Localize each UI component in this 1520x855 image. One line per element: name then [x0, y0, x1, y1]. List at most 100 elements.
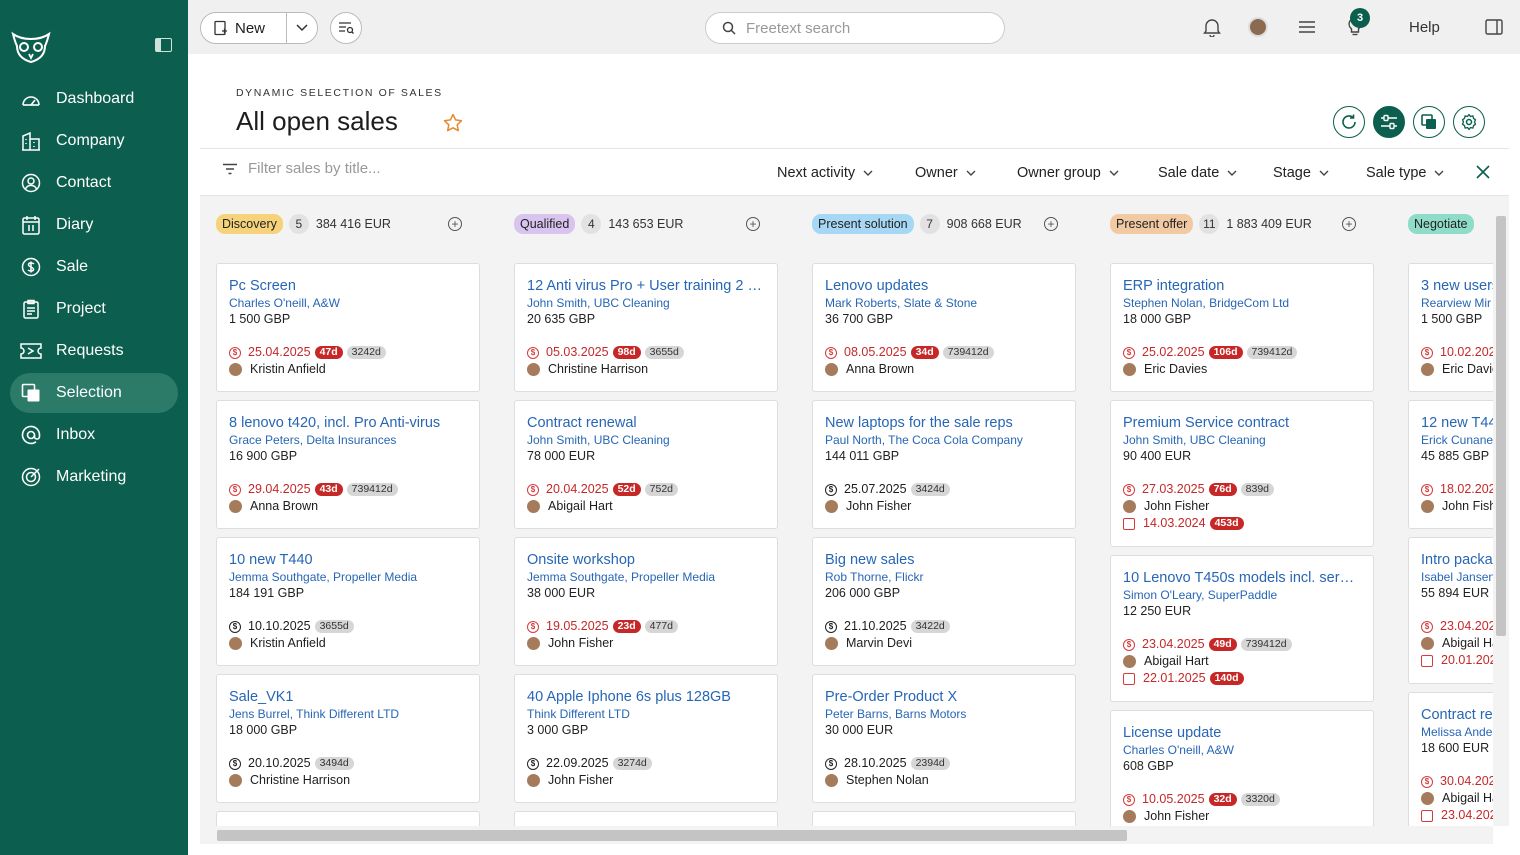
- sale-title[interactable]: Sale_VK1: [229, 688, 467, 706]
- sale-contact[interactable]: Isabel Jansen: [1421, 569, 1493, 585]
- filter-input[interactable]: [248, 160, 448, 177]
- sale-card[interactable]: Pre-Order Product X Peter Barns, Barns M…: [812, 674, 1076, 803]
- sale-title[interactable]: Contract renewal: [527, 414, 765, 432]
- sale-title[interactable]: Intro packa: [1421, 551, 1493, 569]
- sidebar-item-company[interactable]: Company: [10, 121, 178, 161]
- sale-card-partial[interactable]: [812, 811, 1076, 826]
- filter-dropdown-sale-type[interactable]: Sale type: [1366, 165, 1444, 181]
- add-sale-icon[interactable]: +: [448, 217, 462, 231]
- sale-contact[interactable]: Grace Peters, Delta Insurances: [229, 432, 467, 448]
- sale-contact[interactable]: Jemma Southgate, Propeller Media: [527, 569, 765, 585]
- add-sale-icon[interactable]: +: [1342, 217, 1356, 231]
- filter-dropdown-sale-date[interactable]: Sale date: [1158, 165, 1237, 181]
- sale-contact[interactable]: Simon O'Leary, SuperPaddle: [1123, 587, 1361, 603]
- search-input[interactable]: [746, 19, 986, 37]
- sale-title[interactable]: 3 new users: [1421, 277, 1493, 295]
- sidebar-item-marketing[interactable]: Marketing: [10, 457, 178, 497]
- sale-title[interactable]: Onsite workshop: [527, 551, 765, 569]
- sale-title[interactable]: Lenovo updates: [825, 277, 1063, 295]
- sale-card[interactable]: Lenovo updates Mark Roberts, Slate & Sto…: [812, 263, 1076, 392]
- sale-card[interactable]: 40 Apple Iphone 6s plus 128GB Think Diff…: [514, 674, 778, 803]
- stage-badge[interactable]: Qualified: [514, 214, 576, 234]
- sale-card[interactable]: Pc Screen Charles O'neill, A&W 1 500 GBP…: [216, 263, 480, 392]
- sale-title[interactable]: 40 Apple Iphone 6s plus 128GB: [527, 688, 765, 706]
- title-filter[interactable]: [222, 160, 448, 177]
- sidebar-item-requests[interactable]: Requests: [10, 331, 178, 371]
- sale-card[interactable]: 10 Lenovo T450s models incl. servic... S…: [1110, 555, 1374, 702]
- horizontal-scroll-thumb[interactable]: [217, 830, 1127, 841]
- notifications-bell-icon[interactable]: [1200, 15, 1224, 39]
- sidebar-item-diary[interactable]: Diary: [10, 205, 178, 245]
- sidebar-item-sale[interactable]: Sale: [10, 247, 178, 287]
- sale-card[interactable]: Contract re Melissa Ande 18 600 EUR $ 30…: [1408, 692, 1493, 826]
- new-dropdown-chevron-icon[interactable]: [287, 24, 317, 32]
- vertical-scrollbar[interactable]: [1493, 196, 1509, 826]
- sale-title[interactable]: Premium Service contract: [1123, 414, 1361, 432]
- sale-contact[interactable]: John Smith, UBC Cleaning: [527, 432, 765, 448]
- filter-dropdown-stage[interactable]: Stage: [1273, 165, 1329, 181]
- add-sale-icon[interactable]: +: [1044, 217, 1058, 231]
- sale-card[interactable]: ERP integration Stephen Nolan, BridgeCom…: [1110, 263, 1374, 392]
- filter-dropdown-next-activity[interactable]: Next activity: [777, 165, 873, 181]
- sale-contact[interactable]: Paul North, The Coca Cola Company: [825, 432, 1063, 448]
- stage-badge[interactable]: Present solution: [812, 214, 914, 234]
- favorite-star-icon[interactable]: [443, 113, 463, 132]
- side-panel-toggle-icon[interactable]: [1482, 15, 1506, 39]
- sale-title[interactable]: 10 Lenovo T450s models incl. servic...: [1123, 569, 1361, 587]
- sale-card[interactable]: 10 new T440 Jemma Southgate, Propeller M…: [216, 537, 480, 666]
- selection-view-button[interactable]: [1413, 106, 1445, 138]
- sale-contact[interactable]: Stephen Nolan, BridgeCom Ltd: [1123, 295, 1361, 311]
- sale-contact[interactable]: Jens Burrel, Think Different LTD: [229, 706, 467, 722]
- owl-logo-icon[interactable]: [10, 30, 52, 64]
- menu-icon[interactable]: [1295, 15, 1319, 39]
- sale-card[interactable]: License update Charles O'neill, A&W 608 …: [1110, 710, 1374, 826]
- sale-card[interactable]: 3 new users Rearview Mir 1 500 GBP $ 10.…: [1408, 263, 1493, 392]
- close-filters-icon[interactable]: [1476, 165, 1490, 179]
- sale-contact[interactable]: Rearview Mir: [1421, 295, 1493, 311]
- sale-title[interactable]: 12 new T44: [1421, 414, 1493, 432]
- sale-card-partial[interactable]: [514, 811, 778, 826]
- collapse-sidebar-icon[interactable]: [155, 38, 172, 52]
- sale-card-partial[interactable]: [216, 811, 480, 826]
- sale-contact[interactable]: Erick Cunane: [1421, 432, 1493, 448]
- stage-badge[interactable]: Discovery: [216, 214, 283, 234]
- sale-title[interactable]: 10 new T440: [229, 551, 467, 569]
- sale-title[interactable]: 12 Anti virus Pro + User training 2 d...: [527, 277, 765, 295]
- sale-card[interactable]: Big new sales Rob Thorne, Flickr 206 000…: [812, 537, 1076, 666]
- sale-title[interactable]: New laptops for the sale reps: [825, 414, 1063, 432]
- sale-card[interactable]: 8 lenovo t420, incl. Pro Anti-virus Grac…: [216, 400, 480, 529]
- sale-card[interactable]: Onsite workshop Jemma Southgate, Propell…: [514, 537, 778, 666]
- sidebar-item-project[interactable]: Project: [10, 289, 178, 329]
- stage-badge[interactable]: Present offer: [1110, 214, 1194, 234]
- sale-title[interactable]: Big new sales: [825, 551, 1063, 569]
- help-link[interactable]: Help: [1409, 19, 1440, 36]
- sale-title[interactable]: Pc Screen: [229, 277, 467, 295]
- sale-title[interactable]: Pre-Order Product X: [825, 688, 1063, 706]
- stage-badge[interactable]: Negotiate: [1408, 214, 1474, 234]
- filter-dropdown-owner-group[interactable]: Owner group: [1017, 165, 1119, 181]
- sale-contact[interactable]: Melissa Ande: [1421, 724, 1493, 740]
- filter-dropdown-owner[interactable]: Owner: [915, 165, 976, 181]
- new-button[interactable]: New: [200, 12, 318, 44]
- sale-card[interactable]: Sale_VK1 Jens Burrel, Think Different LT…: [216, 674, 480, 803]
- user-avatar[interactable]: [1246, 15, 1270, 39]
- sale-contact[interactable]: Think Different LTD: [527, 706, 765, 722]
- sale-card[interactable]: New laptops for the sale reps Paul North…: [812, 400, 1076, 529]
- sale-contact[interactable]: Jemma Southgate, Propeller Media: [229, 569, 467, 585]
- settings-button[interactable]: [1453, 106, 1485, 138]
- sale-contact[interactable]: Charles O'neill, A&W: [1123, 742, 1361, 758]
- sale-card[interactable]: 12 new T44 Erick Cunane 45 885 GBP $ 18.…: [1408, 400, 1493, 529]
- sale-contact[interactable]: John Smith, UBC Cleaning: [527, 295, 765, 311]
- sale-title[interactable]: ERP integration: [1123, 277, 1361, 295]
- refresh-button[interactable]: [1333, 106, 1365, 138]
- find-list-button[interactable]: [330, 12, 362, 44]
- sidebar-item-inbox[interactable]: Inbox: [10, 415, 178, 455]
- sale-title[interactable]: Contract re: [1421, 706, 1493, 724]
- sale-card[interactable]: 12 Anti virus Pro + User training 2 d...…: [514, 263, 778, 392]
- sale-title[interactable]: 8 lenovo t420, incl. Pro Anti-virus: [229, 414, 467, 432]
- sale-contact[interactable]: John Smith, UBC Cleaning: [1123, 432, 1361, 448]
- vertical-scroll-thumb[interactable]: [1496, 216, 1506, 636]
- sale-card[interactable]: Intro packa Isabel Jansen 55 894 EUR $ 2…: [1408, 537, 1493, 684]
- filter-toggle-button[interactable]: [1373, 106, 1405, 138]
- new-button-main[interactable]: New: [201, 13, 287, 43]
